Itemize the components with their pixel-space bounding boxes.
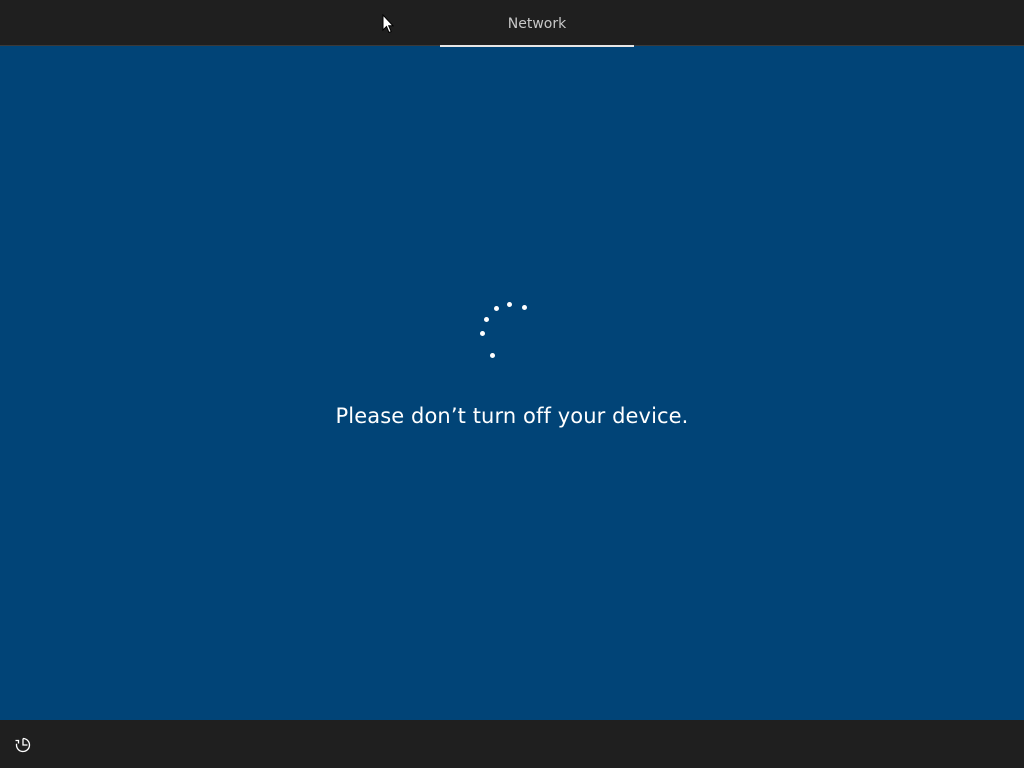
ease-of-access-icon bbox=[15, 737, 31, 753]
tab-network-label: Network bbox=[507, 16, 567, 32]
spinner-dot bbox=[522, 305, 527, 310]
loading-dots-icon bbox=[472, 296, 536, 360]
tab-network[interactable]: Network bbox=[440, 0, 634, 47]
spinner-dot bbox=[494, 306, 499, 311]
main-area bbox=[0, 47, 1024, 720]
status-message: Please don’t turn off your device. bbox=[335, 404, 689, 428]
top-bar: Network bbox=[0, 0, 1024, 47]
spinner-dot bbox=[507, 302, 512, 307]
ease-of-access-button[interactable] bbox=[12, 734, 34, 756]
spinner-dot bbox=[484, 317, 489, 322]
bottom-bar bbox=[0, 720, 1024, 768]
spinner-dot bbox=[490, 353, 495, 358]
spinner-dot bbox=[480, 331, 485, 336]
